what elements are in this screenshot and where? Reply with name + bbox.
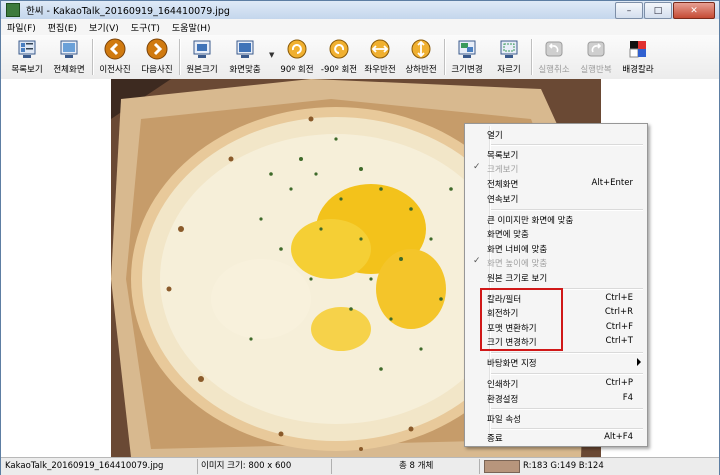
ctx-rotate[interactable]: 회전하기 Ctrl+R (465, 306, 647, 320)
toolbar-rotate-cw-button[interactable]: 90º 회전 (277, 37, 317, 77)
status-count: 총 8 개체 (399, 461, 434, 471)
crop-icon (498, 38, 520, 60)
toolbar-undo-button[interactable]: 실행취소 (534, 37, 574, 77)
status-color-value: R:183 G:149 B:124 (523, 461, 604, 471)
toolbar-redo-button[interactable]: 실행반복 (576, 37, 616, 77)
toolbar-separator (531, 39, 533, 75)
ctx-set-wallpaper[interactable]: 바탕화면 지정 (465, 356, 647, 370)
menu-help[interactable]: 도움말(H) (166, 21, 217, 34)
ctx-separator (491, 428, 643, 430)
toolbar-crop-button[interactable]: 자르기 (489, 37, 529, 77)
ctx-exit[interactable]: 종료 Alt+F4 (465, 431, 647, 445)
ctx-original-size[interactable]: 원본 크기로 보기 (465, 271, 647, 285)
toolbar-prev-button[interactable]: 이전사진 (95, 37, 135, 77)
app-icon (6, 3, 20, 17)
submenu-arrow-icon (637, 358, 641, 366)
title-bar[interactable]: 한씨 - KakaoTalk_20160919_164410079.jpg – … (1, 1, 719, 19)
ctx-convert-format[interactable]: 포맷 변환하기 Ctrl+F (465, 321, 647, 335)
ctx-fit-large-only[interactable]: 큰 이미지만 화면에 맞춤 (465, 213, 647, 227)
toolbar-list-view-button[interactable]: 목록보기 (7, 37, 47, 77)
flip-horizontal-icon (369, 38, 391, 60)
toolbar-separator (92, 39, 94, 75)
menu-tools[interactable]: 도구(T) (125, 21, 166, 34)
toolbar-original-size-button[interactable]: 원본크기 (182, 37, 222, 77)
original-size-icon (191, 38, 213, 60)
undo-icon (543, 38, 565, 60)
ctx-large-view[interactable]: ✓ 크게보기 (465, 162, 647, 176)
status-filename: KakaoTalk_20160919_164410079.jpg (5, 461, 164, 471)
toolbar-flip-vertical-button[interactable]: 상하반전 (401, 37, 441, 77)
ctx-file-properties[interactable]: 파일 속성 (465, 412, 647, 426)
ctx-separator (491, 209, 643, 211)
ctx-open[interactable]: 열기 (465, 128, 647, 142)
fit-screen-icon (234, 38, 256, 60)
ctx-separator (491, 373, 643, 375)
window-title: 한씨 - KakaoTalk_20160919_164410079.jpg (26, 6, 230, 17)
toolbar-fit-screen-button[interactable]: 화면맞춤 (225, 37, 265, 77)
toolbar-flip-horizontal-button[interactable]: 좌우반전 (360, 37, 400, 77)
ctx-separator (491, 408, 643, 410)
context-menu: 열기 목록보기 ✓ 크게보기 전체화면 Alt+Enter 연속보기 큰 이미지만 … (464, 123, 648, 447)
rotate-ccw-icon (328, 38, 350, 60)
ctx-settings[interactable]: 환경설정 F4 (465, 392, 647, 406)
flip-vertical-icon (410, 38, 432, 60)
menu-view[interactable]: 보기(V) (83, 21, 125, 34)
toolbar-fullscreen-button[interactable]: 전체화면 (49, 37, 89, 77)
toolbar-resize-button[interactable]: 크기변경 (447, 37, 487, 77)
list-view-icon (16, 38, 38, 60)
checkmark-icon: ✓ (473, 256, 481, 266)
menu-file[interactable]: 파일(F) (1, 21, 42, 34)
ctx-fit-height[interactable]: ✓ 화면 높이에 맞춤 (465, 256, 647, 270)
toolbar-rotate-ccw-button[interactable]: -90º 회전 (319, 37, 359, 77)
toolbar-separator (444, 39, 446, 75)
toolbar: 목록보기 전체화면 이전사진 다음사진 원본크기 화면맞춤 ▼ 90º 회전 -… (1, 35, 719, 80)
toolbar-next-button[interactable]: 다음사진 (137, 37, 177, 77)
ctx-separator (491, 144, 643, 146)
minimize-button[interactable]: – (615, 2, 643, 19)
fit-dropdown-chevron-icon[interactable]: ▼ (269, 51, 274, 59)
color-swatch (484, 460, 520, 473)
ctx-fullscreen[interactable]: 전체화면 Alt+Enter (465, 177, 647, 191)
status-bar: KakaoTalk_20160919_164410079.jpg 이미지 크기:… (1, 457, 719, 475)
toolbar-separator (179, 39, 181, 75)
ctx-fit-screen[interactable]: 화면에 맞춤 (465, 227, 647, 241)
checkmark-icon: ✓ (473, 162, 481, 172)
ctx-separator (491, 352, 643, 354)
ctx-separator (491, 288, 643, 290)
redo-icon (585, 38, 607, 60)
ctx-slideshow[interactable]: 연속보기 (465, 192, 647, 206)
ctx-resize[interactable]: 크기 변경하기 Ctrl+T (465, 335, 647, 349)
fullscreen-icon (58, 38, 80, 60)
ctx-color-filter[interactable]: 칼라/필터 Ctrl+E (465, 292, 647, 306)
status-image-size: 이미지 크기: 800 x 600 (201, 461, 292, 471)
ctx-print[interactable]: 인쇄하기 Ctrl+P (465, 377, 647, 391)
prev-arrow-icon (104, 38, 126, 60)
ctx-list-view[interactable]: 목록보기 (465, 148, 647, 162)
menu-bar: 파일(F) 편집(E) 보기(V) 도구(T) 도움말(H) (1, 19, 719, 36)
resize-icon (456, 38, 478, 60)
rotate-cw-icon (286, 38, 308, 60)
toolbar-background-color-button[interactable]: 배경칼라 (618, 37, 658, 77)
maximize-button[interactable]: □ (644, 2, 672, 19)
ctx-fit-width[interactable]: 화면 너비에 맞춤 (465, 242, 647, 256)
background-color-icon (627, 38, 649, 60)
menu-edit[interactable]: 편집(E) (42, 21, 83, 34)
app-window: 한씨 - KakaoTalk_20160919_164410079.jpg – … (0, 0, 720, 475)
next-arrow-icon (146, 38, 168, 60)
close-button[interactable]: ✕ (673, 2, 715, 19)
